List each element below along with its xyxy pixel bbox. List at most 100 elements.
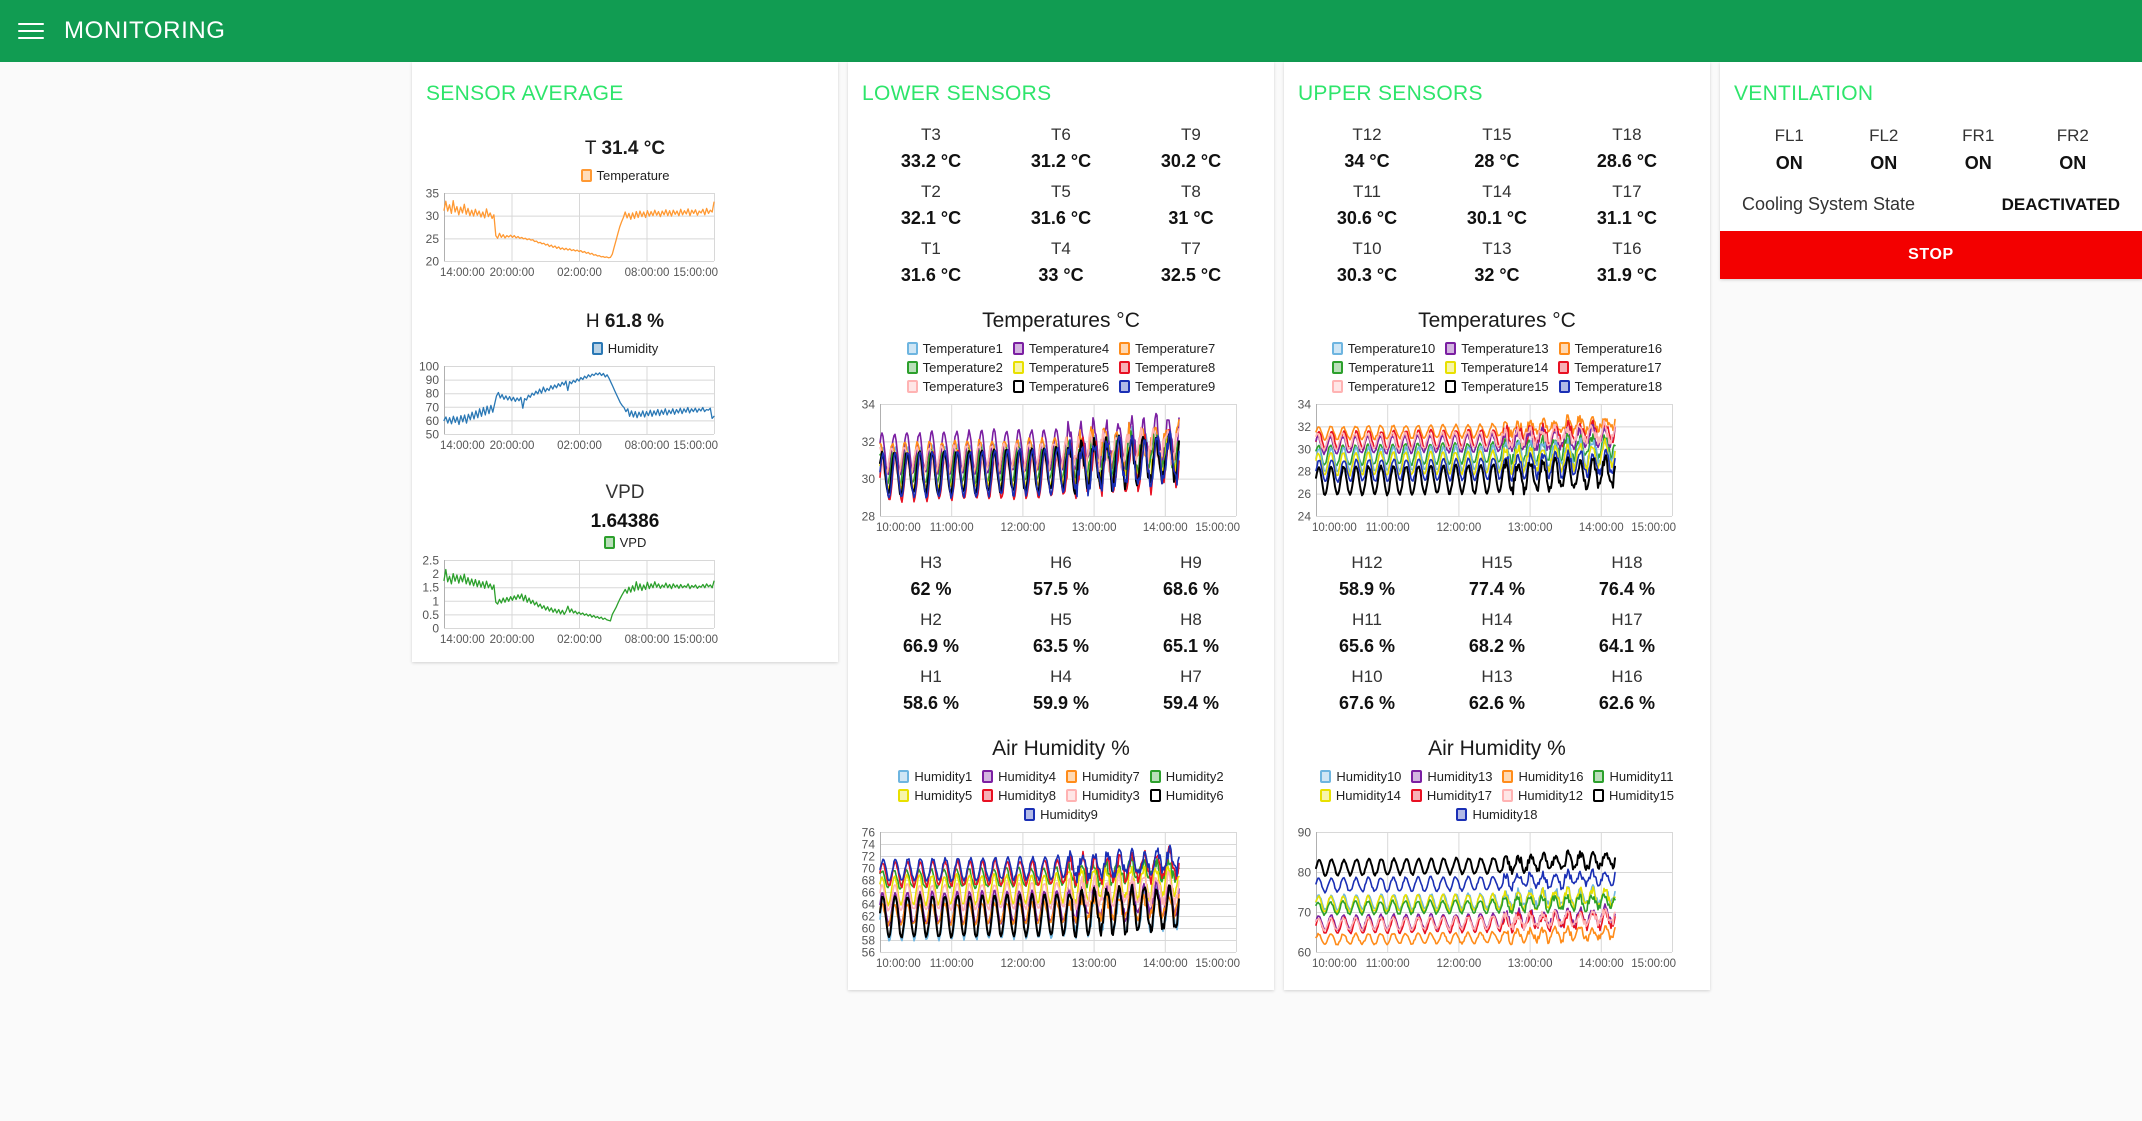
legend-item[interactable]: Humidity8: [982, 788, 1056, 803]
legend-label: Temperature13: [1461, 341, 1548, 356]
legend-item[interactable]: Temperature8: [1119, 360, 1215, 375]
average-temperature-readout: T 31.4 °C: [412, 110, 838, 166]
svg-text:14:00:00: 14:00:00: [1143, 522, 1188, 534]
legend-item[interactable]: Temperature12: [1332, 379, 1435, 394]
page-title: MONITORING: [64, 17, 226, 45]
legend-item[interactable]: Humidity4: [982, 769, 1056, 784]
legend-item[interactable]: Humidity12: [1502, 788, 1583, 803]
legend-item[interactable]: Humidity16: [1502, 769, 1583, 784]
chart-title-lower-humidity: Air Humidity %: [848, 723, 1274, 767]
svg-text:32: 32: [1298, 420, 1312, 434]
legend-swatch-icon: [604, 536, 615, 549]
sensor-readout-value: 32.5 °C: [1126, 262, 1256, 288]
legend-item[interactable]: Temperature: [581, 168, 670, 183]
sensor-readout-label: H11: [1302, 607, 1432, 633]
legend-swatch-icon: [907, 380, 918, 393]
legend-item[interactable]: Temperature1: [907, 341, 1003, 356]
svg-text:2.5: 2.5: [422, 554, 439, 568]
svg-text:15:00:00: 15:00:00: [1195, 958, 1240, 970]
legend-item[interactable]: Humidity2: [1150, 769, 1224, 784]
legend-item[interactable]: Temperature6: [1013, 379, 1109, 394]
sensor-readout-label: T2: [866, 179, 996, 205]
legend-item[interactable]: Humidity1: [898, 769, 972, 784]
legend-item[interactable]: Temperature2: [907, 360, 1003, 375]
legend-item[interactable]: Humidity11: [1593, 769, 1673, 784]
legend-swatch-icon: [907, 342, 918, 355]
svg-text:90: 90: [426, 373, 440, 387]
legend-item[interactable]: Humidity14: [1320, 788, 1401, 803]
legend-swatch-icon: [1150, 789, 1161, 802]
hamburger-menu-icon[interactable]: [18, 23, 44, 39]
fan-state: ON: [2026, 150, 2121, 176]
legend-item[interactable]: Humidity7: [1066, 769, 1140, 784]
sensor-readout-value: 65.1 %: [1126, 633, 1256, 659]
legend-swatch-icon: [898, 770, 909, 783]
legend-item[interactable]: Humidity15: [1593, 788, 1674, 803]
chart-title-upper-humidity: Air Humidity %: [1284, 723, 1710, 767]
legend-item[interactable]: Temperature10: [1332, 341, 1435, 356]
svg-text:66: 66: [862, 886, 876, 900]
legend-item[interactable]: Temperature18: [1559, 379, 1662, 394]
legend-item[interactable]: Humidity6: [1150, 788, 1224, 803]
sensor-readout-label: T14: [1432, 179, 1562, 205]
legend-item[interactable]: Temperature7: [1119, 341, 1215, 356]
legend-item[interactable]: Temperature14: [1445, 360, 1548, 375]
sensor-readout-label: H15: [1432, 550, 1562, 576]
legend-label: Temperature17: [1574, 360, 1661, 375]
svg-text:15:00:00: 15:00:00: [1195, 522, 1240, 534]
sensor-readout: T1731.1 °C: [1562, 177, 1692, 234]
legend-item[interactable]: Humidity10: [1320, 769, 1401, 784]
legend-item[interactable]: Humidity: [592, 341, 659, 356]
legend-item[interactable]: Humidity9: [1024, 807, 1098, 822]
chart-lower-humidity[interactable]: Humidity1 Humidity4 Humidity7 Humidity2 Humi…: [848, 767, 1274, 974]
sensor-readout-value: 31 °C: [1126, 205, 1256, 231]
legend-item[interactable]: Temperature15: [1445, 379, 1548, 394]
sensor-readout-value: 31.1 °C: [1562, 205, 1692, 231]
legend-swatch-icon: [1593, 770, 1604, 783]
svg-text:28: 28: [862, 510, 876, 524]
legend-item[interactable]: Humidity17: [1411, 788, 1492, 803]
chart-average-humidity[interactable]: Humidity 506070809010014:00:0020:00:0002:…: [412, 339, 838, 456]
legend-item[interactable]: Temperature9: [1119, 379, 1215, 394]
legend-swatch-icon: [1502, 770, 1513, 783]
legend-item[interactable]: Temperature4: [1013, 341, 1109, 356]
legend-item[interactable]: VPD: [604, 535, 647, 550]
legend-item[interactable]: Humidity13: [1411, 769, 1492, 784]
legend-item[interactable]: Temperature13: [1445, 341, 1548, 356]
sensor-readout: H459.9 %: [996, 662, 1126, 719]
legend-item[interactable]: Humidity5: [898, 788, 972, 803]
fan-label: FL1: [1742, 122, 1837, 150]
legend-item[interactable]: Temperature11: [1332, 360, 1434, 375]
chart-lower-temperatures[interactable]: Temperature1 Temperature4 Temperature7 Temp…: [848, 339, 1274, 538]
sensor-readout-value: 34 °C: [1302, 148, 1432, 174]
svg-text:15:00:00: 15:00:00: [673, 440, 718, 452]
svg-text:02:00:00: 02:00:00: [557, 634, 602, 646]
legend-label: Humidity15: [1609, 788, 1674, 803]
legend-label: Humidity16: [1518, 769, 1583, 784]
legend-swatch-icon: [1320, 789, 1331, 802]
sensor-readout: T433 °C: [996, 234, 1126, 291]
legend-item[interactable]: Temperature3: [907, 379, 1003, 394]
legend-swatch-icon: [1119, 380, 1130, 393]
sensor-readout: T131.6 °C: [866, 234, 996, 291]
legend-item[interactable]: Temperature5: [1013, 360, 1109, 375]
stop-button[interactable]: STOP: [1720, 231, 2142, 279]
chart-plot-area: 506070809010014:00:0020:00:0002:00:0008:…: [412, 360, 722, 456]
chart-upper-temperatures[interactable]: Temperature10 Temperature13 Temperature16 T…: [1284, 339, 1710, 538]
legend-swatch-icon: [1558, 361, 1569, 374]
svg-text:100: 100: [419, 360, 439, 374]
legend-item[interactable]: Humidity18: [1456, 807, 1537, 822]
sensor-readout-value: 63.5 %: [996, 633, 1126, 659]
legend-item[interactable]: Humidity3: [1066, 788, 1140, 803]
legend-label: Temperature15: [1461, 379, 1548, 394]
svg-text:15:00:00: 15:00:00: [1631, 958, 1676, 970]
chart-average-temperature[interactable]: Temperature2025303514:00:0020:00:0002:00…: [412, 166, 838, 283]
chart-average-vpd[interactable]: VPD00.511.522.514:00:0020:00:0002:00:000…: [412, 533, 838, 650]
sensor-readout-value: 31.2 °C: [996, 148, 1126, 174]
svg-text:90: 90: [1298, 826, 1312, 840]
svg-text:14:00:00: 14:00:00: [1143, 958, 1188, 970]
legend-item[interactable]: Temperature17: [1558, 360, 1661, 375]
sensor-readout-value: 32 °C: [1432, 262, 1562, 288]
legend-item[interactable]: Temperature16: [1559, 341, 1662, 356]
chart-upper-humidity[interactable]: Humidity10 Humidity13 Humidity16 Humidity11…: [1284, 767, 1710, 974]
